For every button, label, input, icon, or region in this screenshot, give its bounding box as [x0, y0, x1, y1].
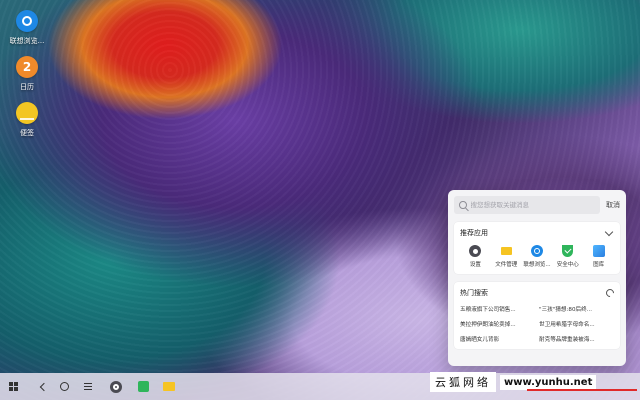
settings-icon	[469, 245, 482, 257]
desktop-icon-label: 联想浏览...	[9, 37, 45, 45]
desktop-icon-calendar[interactable]: 2 日历	[8, 56, 46, 92]
recommended-apps-title: 推荐应用	[460, 229, 488, 237]
hot-search-card: 热门搜索 五粮液旗下公司销售... "三孩"猜想:80后终... 美拉押伊朗油轮…	[454, 282, 620, 349]
app-label: 设置	[469, 262, 481, 268]
hot-search-item[interactable]: "三孩"猜想:80后终...	[539, 305, 614, 313]
shield-icon	[562, 245, 574, 257]
search-input[interactable]	[470, 201, 600, 209]
recommended-apps-list: 设置 文件管理 联想浏览... 安全中心 图库	[460, 245, 614, 268]
app-gallery[interactable]: 图库	[583, 245, 614, 268]
hot-search-item[interactable]: 唐嫣晒女儿背影	[460, 335, 535, 343]
app-label: 图库	[593, 262, 605, 268]
hot-search-item[interactable]: 世卫用希腊字母命名...	[539, 320, 614, 328]
app-settings[interactable]: 设置	[460, 245, 491, 268]
note-icon	[16, 102, 38, 124]
desktop-icon-browser[interactable]: 联想浏览...	[8, 10, 46, 46]
desktop-icon-label: 便签	[20, 129, 34, 137]
settings-icon[interactable]	[109, 373, 123, 400]
browser-icon	[530, 245, 543, 257]
recommended-apps-card: 推荐应用 设置 文件管理 联想浏览... 安全中心 图库	[454, 222, 620, 274]
calendar-icon: 2	[16, 56, 38, 78]
app-security-center[interactable]: 安全中心	[552, 245, 583, 268]
search-row: 取消	[454, 196, 620, 214]
app-label: 安全中心	[556, 262, 579, 268]
app-browser[interactable]: 联想浏览...	[522, 245, 553, 268]
menu-icon[interactable]	[82, 373, 94, 400]
search-panel: 取消 推荐应用 设置 文件管理 联想浏览... 安全中心	[448, 190, 626, 366]
app-label: 联想浏览...	[523, 262, 551, 268]
recommended-apps-header: 推荐应用	[460, 227, 614, 238]
hot-search-item[interactable]: 美拉押伊朗油轮卖掉...	[460, 320, 535, 328]
browser-icon	[16, 10, 38, 32]
app-file-manager[interactable]: 文件管理	[491, 245, 522, 268]
app-label: 文件管理	[495, 262, 518, 268]
hot-search-item[interactable]: 五粮液旗下公司销售...	[460, 305, 535, 313]
hot-search-list: 五粮液旗下公司销售... "三孩"猜想:80后终... 美拉押伊朗油轮卖掉...…	[460, 305, 614, 343]
watermark-url: www.yunhu.net	[500, 374, 597, 390]
cancel-button[interactable]: 取消	[606, 200, 620, 210]
refresh-icon[interactable]	[604, 287, 616, 299]
watermark-text-cn: 云狐网络	[430, 372, 496, 392]
desktop-icon-notes[interactable]: 便签	[8, 102, 46, 138]
folder-icon[interactable]	[162, 373, 176, 400]
back-icon[interactable]	[36, 373, 48, 400]
desktop-icon-label: 日历	[20, 83, 34, 91]
search-icon	[459, 201, 467, 209]
hot-search-header: 热门搜索	[460, 287, 616, 299]
chevron-down-icon[interactable]	[604, 227, 614, 237]
hot-search-title: 热门搜索	[460, 289, 488, 297]
security-icon[interactable]	[136, 373, 150, 400]
start-icon[interactable]	[6, 373, 20, 400]
watermark: 云狐网络 www.yunhu.net	[430, 371, 640, 393]
hot-search-item[interactable]: 耐克等品牌重装被海...	[539, 335, 614, 343]
desktop-icons: 联想浏览... 2 日历 便签	[8, 10, 46, 148]
folder-icon	[500, 245, 512, 257]
home-icon[interactable]	[58, 373, 70, 400]
search-box[interactable]	[454, 196, 600, 214]
gallery-icon	[592, 245, 605, 257]
